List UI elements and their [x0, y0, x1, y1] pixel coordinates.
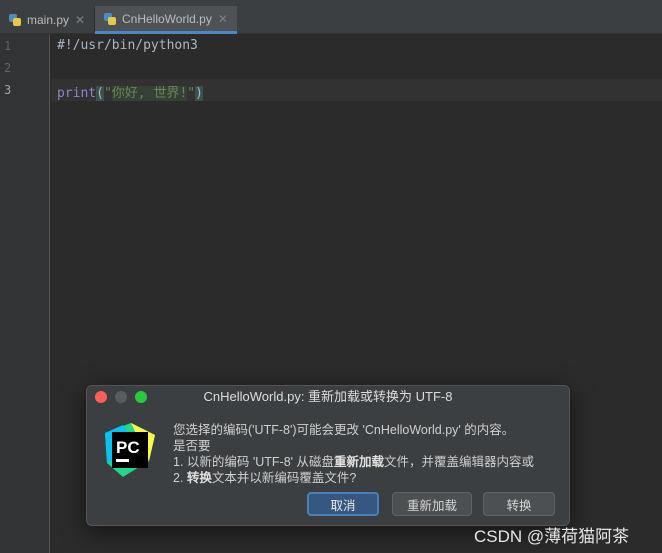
message-text: 文本并以新编码覆盖文件? — [211, 471, 357, 485]
line-number-gutter: 1 2 3 — [0, 34, 50, 553]
dialog-message-line-4: 2. 转换文本并以新编码覆盖文件? — [173, 467, 356, 486]
code-line-3[interactable]: print("你好, 世界!") — [57, 82, 203, 101]
message-text: 2. — [173, 471, 187, 485]
tab-main-py[interactable]: main.py ✕ — [0, 6, 94, 34]
pycharm-logo-icon: PC — [105, 423, 155, 477]
message-text: 文件，并覆盖编辑器内容或 — [384, 455, 535, 469]
open-paren: ( — [96, 86, 104, 101]
line-number-current: 3 — [4, 83, 12, 97]
close-icon[interactable]: ✕ — [75, 13, 85, 27]
close-paren: ) — [195, 86, 203, 101]
cancel-button[interactable]: 取消 — [307, 492, 379, 516]
string-quote: " — [103, 86, 112, 101]
dialog-title: CnHelloWorld.py: 重新加载或转换为 UTF-8 — [203, 389, 453, 404]
tab-bar-divider — [237, 6, 662, 7]
editor-tab-bar: main.py ✕ CnHelloWorld.py ✕ — [0, 0, 662, 34]
python-file-icon — [8, 13, 22, 27]
tab-cnhelloworld-py[interactable]: CnHelloWorld.py ✕ — [95, 6, 237, 34]
print-keyword: print — [57, 86, 97, 101]
watermark: CSDN @薄荷猫阿茶 — [474, 527, 630, 546]
code-line-1[interactable]: #!/usr/bin/python3 — [57, 38, 198, 53]
dialog-message-line-1: 您选择的编码('UTF-8')可能会更改 'CnHelloWorld.py' 的… — [173, 423, 515, 437]
string-quote: " — [187, 86, 196, 101]
reload-or-convert-dialog: CnHelloWorld.py: 重新加载或转换为 UTF-8 PC 您选择的编… — [86, 385, 570, 526]
tab-label: main.py — [27, 13, 70, 27]
convert-button[interactable]: 转换 — [483, 492, 555, 516]
line-number: 1 — [4, 39, 12, 53]
tab-label: CnHelloWorld.py — [122, 11, 212, 26]
line-number: 2 — [4, 61, 12, 75]
python-file-icon — [103, 12, 117, 26]
message-bold-text: 转换 — [186, 471, 212, 485]
logo-text: PC — [116, 438, 140, 457]
close-icon[interactable]: ✕ — [218, 12, 228, 26]
reload-button[interactable]: 重新加载 — [392, 492, 472, 516]
string-literal: 你好, 世界! — [111, 86, 188, 101]
